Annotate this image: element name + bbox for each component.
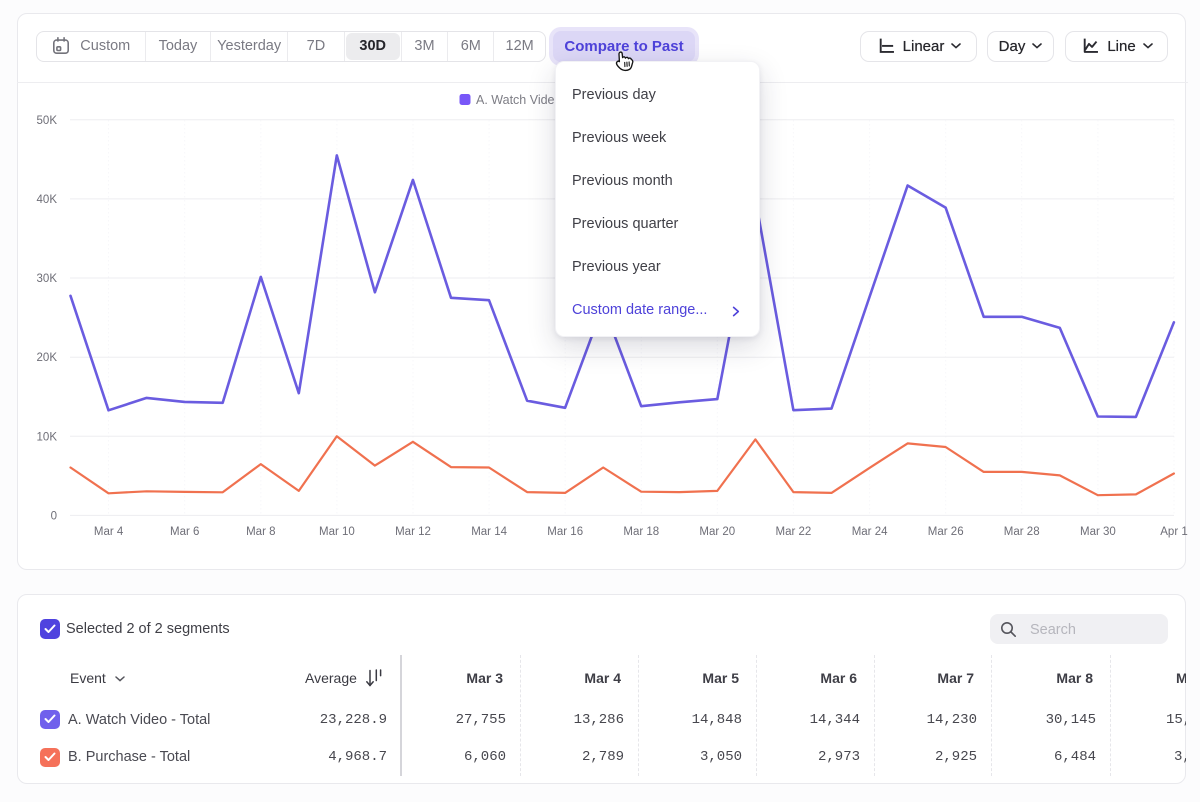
svg-text:Apr 1: Apr 1	[1160, 526, 1188, 538]
svg-text:Mar 28: Mar 28	[1004, 526, 1040, 538]
svg-text:10K: 10K	[37, 431, 58, 443]
svg-text:30K: 30K	[37, 273, 58, 285]
svg-text:Mar 10: Mar 10	[319, 526, 355, 538]
svg-text:Mar 22: Mar 22	[776, 526, 812, 538]
svg-text:Mar 12: Mar 12	[395, 526, 431, 538]
svg-text:Mar 30: Mar 30	[1080, 526, 1116, 538]
svg-text:Mar 16: Mar 16	[547, 526, 583, 538]
svg-text:Mar 18: Mar 18	[623, 526, 659, 538]
svg-text:20K: 20K	[37, 352, 58, 364]
svg-text:40K: 40K	[37, 194, 58, 206]
svg-text:Mar 14: Mar 14	[471, 526, 507, 538]
svg-text:Mar 20: Mar 20	[699, 526, 735, 538]
svg-text:Mar 26: Mar 26	[928, 526, 964, 538]
svg-text:50K: 50K	[37, 115, 58, 127]
svg-text:Mar 24: Mar 24	[852, 526, 888, 538]
svg-text:0: 0	[51, 510, 57, 522]
svg-text:Mar 6: Mar 6	[170, 526, 199, 538]
svg-text:Mar 4: Mar 4	[94, 526, 124, 538]
svg-text:Mar 8: Mar 8	[246, 526, 275, 538]
